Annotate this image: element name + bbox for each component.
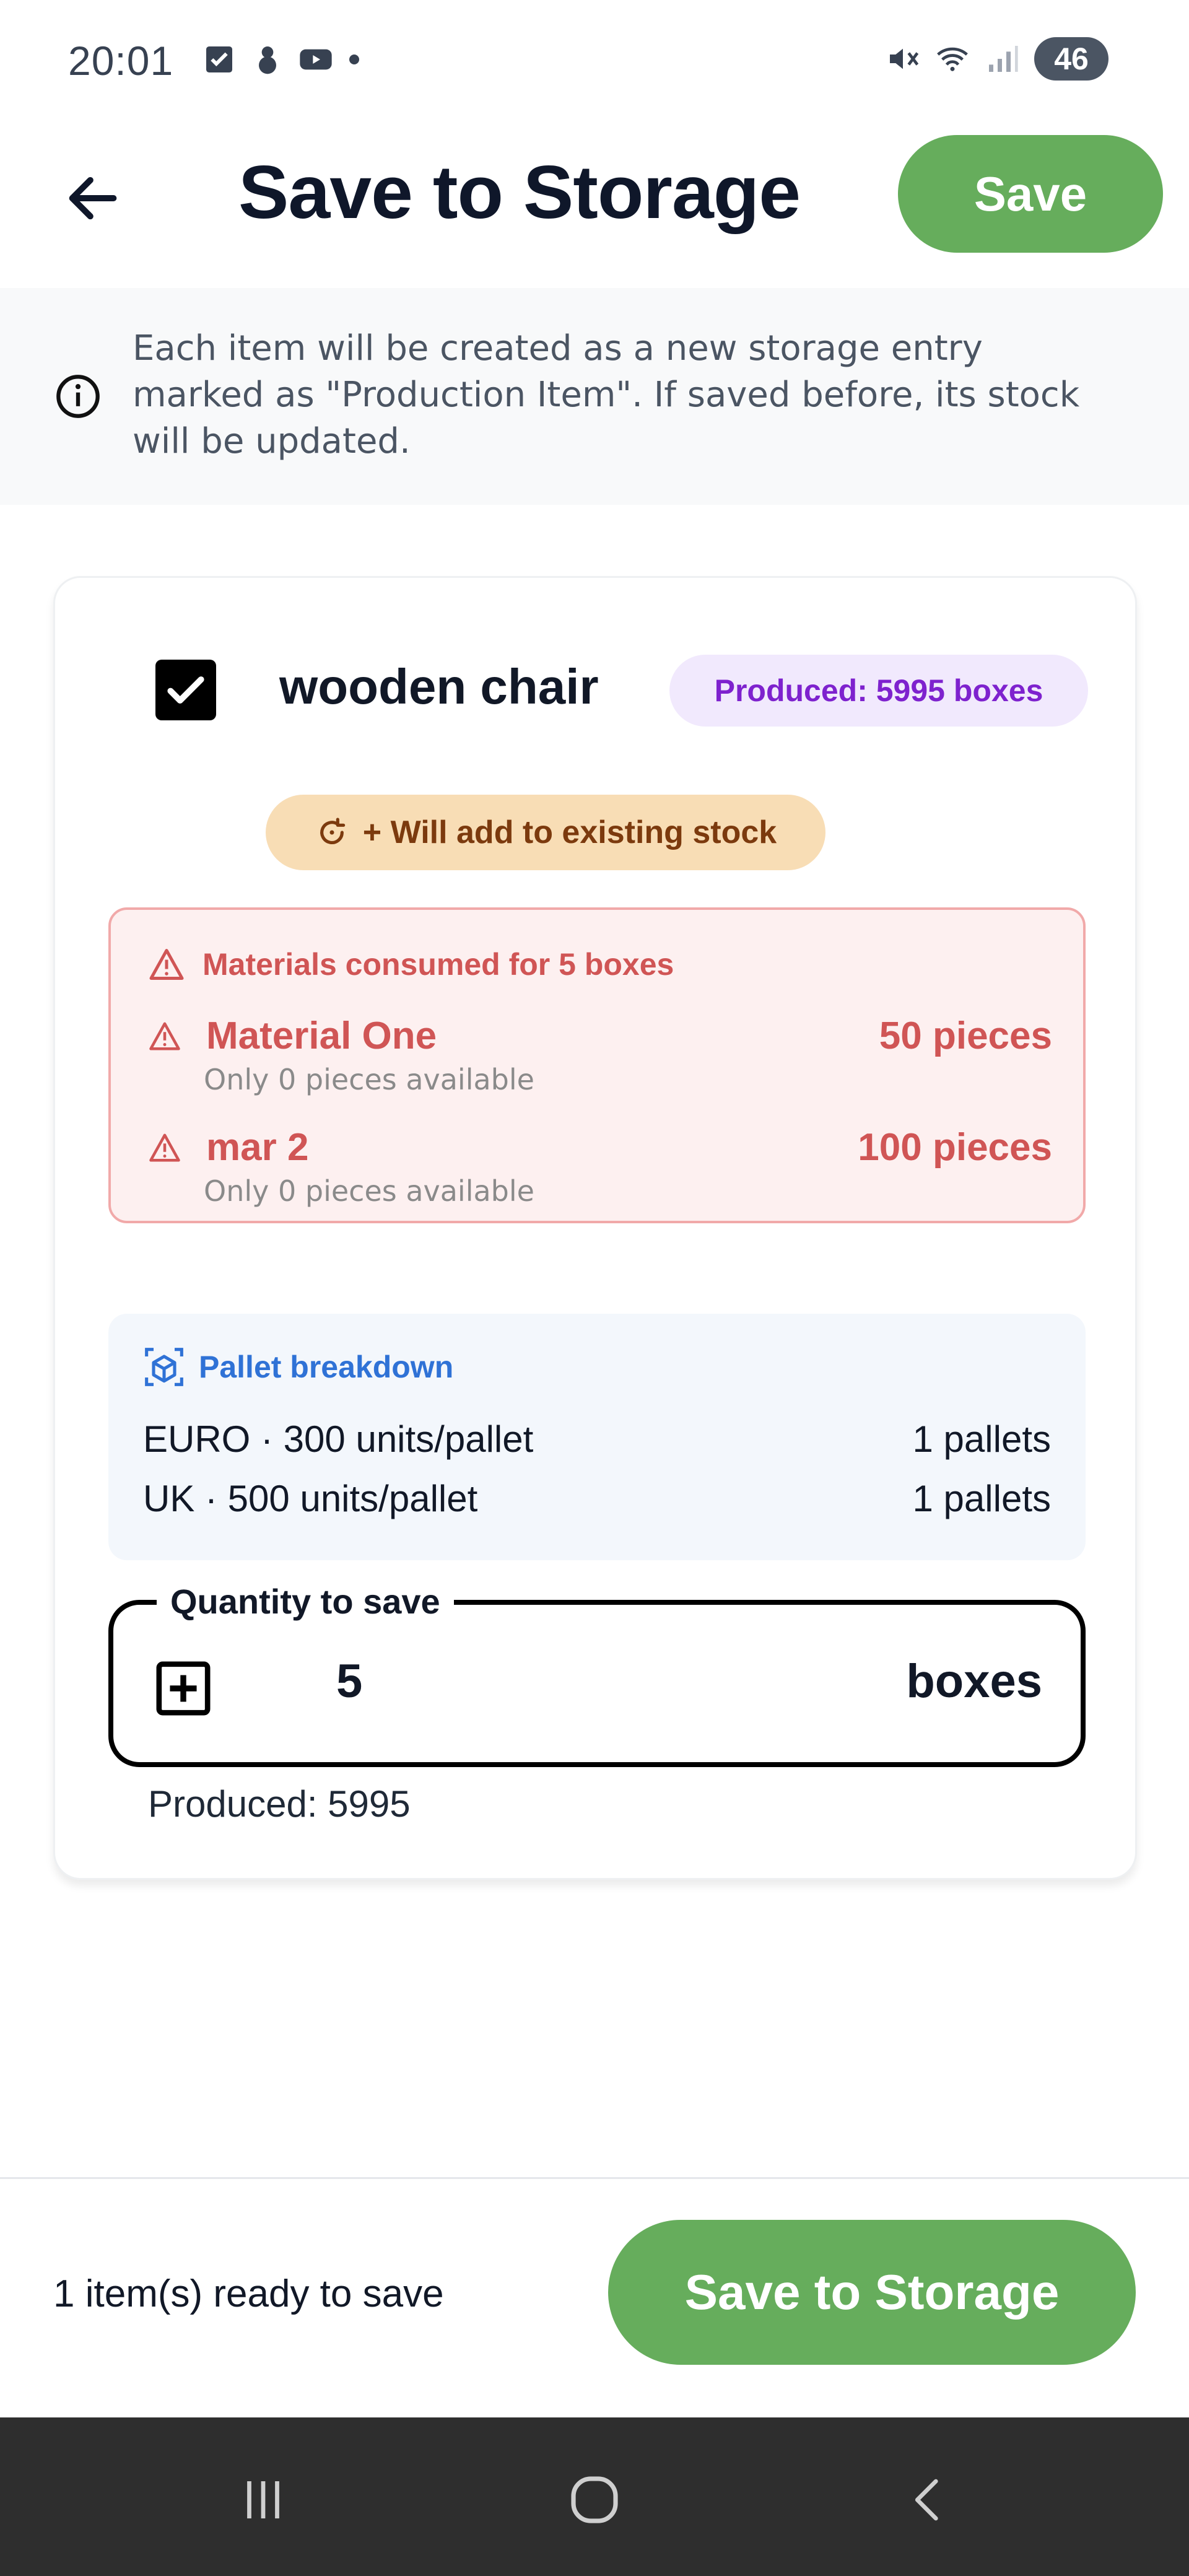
warning-icon bbox=[149, 949, 184, 980]
system-icons: 46 bbox=[886, 37, 1108, 81]
info-text: Each item will be created as a new stora… bbox=[133, 328, 1080, 461]
existing-stock-chip: + Will add to existing stock bbox=[266, 795, 825, 870]
bottom-action-bar: 1 item(s) ready to save Save to Storage bbox=[0, 2177, 1189, 2417]
ready-count-text: 1 item(s) ready to save bbox=[53, 2273, 444, 2315]
materials-warning: Materials consumed for 5 boxes Material … bbox=[108, 907, 1086, 1223]
back-nav-button[interactable] bbox=[889, 2460, 969, 2540]
status-bar: 20:01 46 bbox=[0, 0, 1189, 124]
dot-icon bbox=[349, 55, 359, 64]
youtube-notification-icon bbox=[300, 49, 332, 70]
quantity-unit: boxes bbox=[906, 1655, 1042, 1708]
pallet-label: EURO · 300 units/pallet bbox=[143, 1418, 534, 1460]
mute-icon bbox=[890, 48, 919, 69]
recents-icon bbox=[247, 2481, 279, 2518]
chevron-left-icon bbox=[915, 2479, 938, 2521]
plus-box-icon[interactable] bbox=[154, 1659, 212, 1718]
check-icon bbox=[167, 676, 204, 704]
materials-header: Materials consumed for 5 boxes bbox=[148, 946, 674, 983]
material-amount: 100 pieces bbox=[858, 1126, 1052, 1169]
notification-icons bbox=[202, 42, 362, 77]
system-nav-bar bbox=[0, 2417, 1189, 2576]
material-amount: 50 pieces bbox=[879, 1015, 1052, 1057]
pallet-row: UK · 500 units/pallet 1 pallets bbox=[143, 1477, 1051, 1520]
app-header: Save to Storage Save bbox=[0, 124, 1189, 288]
material-name: mar 2 bbox=[206, 1126, 309, 1169]
quantity-field[interactable]: Quantity to save 5 boxes bbox=[108, 1581, 1086, 1767]
material-name: Material One bbox=[206, 1015, 437, 1057]
warning-icon bbox=[149, 1022, 180, 1050]
wifi-icon bbox=[937, 47, 968, 71]
battery-indicator: 46 bbox=[1034, 37, 1108, 81]
refresh-icon bbox=[320, 818, 346, 844]
item-card: wooden chair Produced: 5995 boxes + Will… bbox=[53, 576, 1137, 1880]
save-button[interactable]: Save bbox=[898, 135, 1163, 253]
home-icon bbox=[571, 2476, 618, 2523]
recents-button[interactable] bbox=[223, 2460, 303, 2540]
save-to-storage-button[interactable]: Save to Storage bbox=[608, 2220, 1136, 2365]
item-checkbox[interactable] bbox=[155, 660, 216, 720]
checkbox-notification-icon bbox=[206, 46, 232, 72]
material-availability: Only 0 pieces available bbox=[204, 1174, 534, 1208]
quantity-input[interactable]: 5 bbox=[336, 1654, 362, 1708]
warning-icon bbox=[149, 1133, 180, 1161]
snowman-notification-icon bbox=[259, 46, 276, 74]
signal-icon bbox=[989, 46, 1018, 72]
material-row: mar 2 100 pieces Only 0 pieces available bbox=[148, 1125, 1052, 1208]
quantity-label: Quantity to save bbox=[157, 1581, 454, 1622]
pallet-header-label: Pallet breakdown bbox=[199, 1350, 454, 1384]
arrow-left-icon bbox=[69, 177, 117, 220]
pallet-label: UK · 500 units/pallet bbox=[143, 1478, 478, 1519]
package-icon bbox=[145, 1348, 183, 1386]
status-time: 20:01 bbox=[68, 38, 174, 84]
produced-badge: Produced: 5995 boxes bbox=[669, 655, 1088, 727]
pallet-count: 1 pallets bbox=[912, 1418, 1051, 1460]
info-icon bbox=[56, 375, 100, 418]
back-button[interactable] bbox=[50, 155, 136, 242]
info-banner: Each item will be created as a new stora… bbox=[0, 288, 1189, 505]
pallet-count: 1 pallets bbox=[912, 1478, 1051, 1519]
produced-note: Produced: 5995 bbox=[148, 1783, 411, 1825]
materials-header-label: Materials consumed for 5 boxes bbox=[203, 947, 674, 982]
existing-stock-label: + Will add to existing stock bbox=[362, 814, 777, 850]
material-availability: Only 0 pieces available bbox=[204, 1063, 534, 1096]
pallet-row: EURO · 300 units/pallet 1 pallets bbox=[143, 1418, 1051, 1460]
pallet-header: Pallet breakdown bbox=[143, 1346, 453, 1388]
material-row: Material One 50 pieces Only 0 pieces ava… bbox=[148, 1014, 1052, 1096]
pallet-breakdown: Pallet breakdown EURO · 300 units/pallet… bbox=[108, 1314, 1086, 1560]
item-name: wooden chair bbox=[279, 659, 599, 714]
home-button[interactable] bbox=[554, 2460, 635, 2540]
page-title: Save to Storage bbox=[238, 150, 801, 234]
